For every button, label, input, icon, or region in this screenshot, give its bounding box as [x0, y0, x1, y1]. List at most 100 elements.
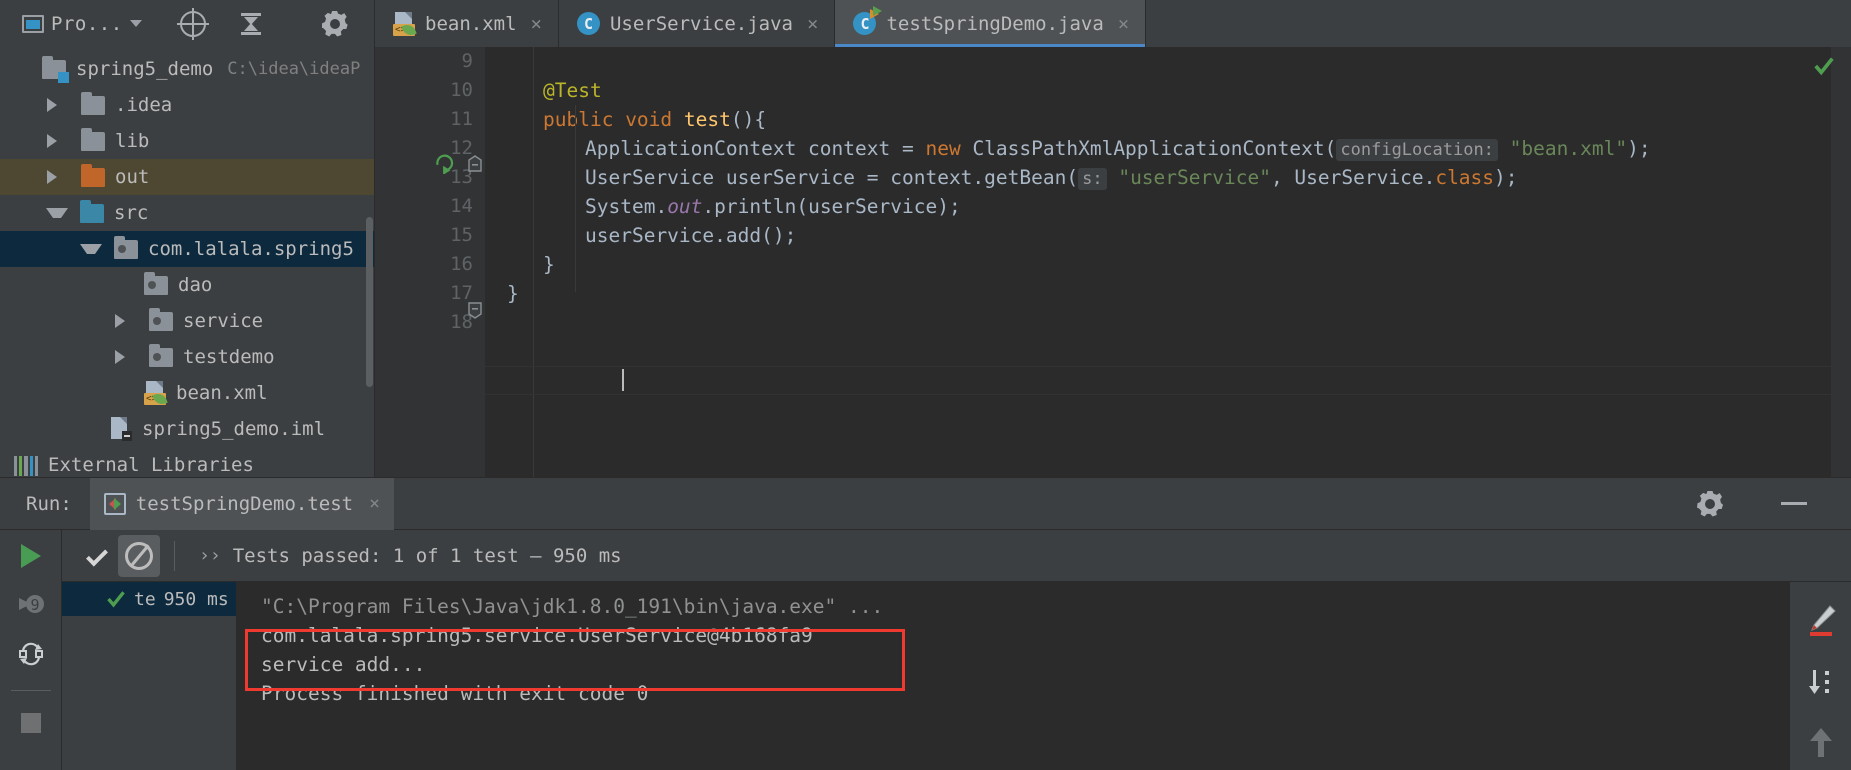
soft-wrap-icon[interactable] — [1806, 604, 1836, 636]
expand-results-icon[interactable]: ›› — [199, 545, 221, 566]
code-line: @Test — [485, 76, 1851, 105]
folder-icon — [81, 127, 105, 151]
tree-scrollbar[interactable] — [366, 217, 373, 387]
close-icon[interactable]: × — [531, 13, 542, 35]
code-editor[interactable]: 9 10 11 12 13 14 15 16 17 18 @Test publi… — [375, 47, 1851, 477]
run-config-icon — [103, 492, 126, 515]
xml-spring-file-icon: <> — [144, 381, 168, 407]
run-header-actions — [1683, 491, 1851, 517]
tree-row-external-libraries[interactable]: External Libraries — [0, 447, 374, 477]
code-area[interactable]: @Test public void test(){ ApplicationCon… — [485, 47, 1851, 477]
rerun-play-icon[interactable] — [20, 544, 41, 568]
show-passed-button[interactable] — [76, 535, 118, 577]
fold-open-icon[interactable] — [467, 155, 483, 173]
code-token: @Test — [543, 79, 602, 102]
line-number: 11 — [450, 108, 473, 130]
tree-row-dao[interactable]: dao — [0, 267, 374, 303]
tree-row-iml[interactable]: spring5_demo.iml — [0, 411, 374, 447]
tree-row-src[interactable]: src — [0, 195, 374, 231]
test-results-tree[interactable]: te 950 ms — [62, 582, 237, 770]
test-tree-row[interactable]: te 950 ms — [62, 582, 236, 616]
tree-row-service[interactable]: service — [0, 303, 374, 339]
scroll-to-end-icon[interactable] — [1807, 668, 1835, 696]
gear-icon[interactable] — [1697, 491, 1723, 517]
tree-label: bean.xml — [176, 382, 268, 404]
close-icon[interactable]: × — [807, 13, 818, 35]
hide-ignored-button[interactable] — [118, 534, 160, 577]
tree-label: .idea — [115, 94, 173, 116]
settings-button[interactable] — [308, 6, 362, 42]
ok-check-icon[interactable] — [1813, 55, 1835, 77]
tree-row-idea[interactable]: .idea — [0, 87, 374, 123]
tree-label: com.lalala.spring5 — [148, 238, 354, 260]
package-icon — [114, 235, 138, 259]
top-row: Pro... <> bean.xml × C UserService.java … — [0, 0, 1851, 47]
chevron-right-icon[interactable] — [47, 134, 69, 148]
chevron-down-icon[interactable] — [129, 20, 142, 27]
tree-label: External Libraries — [48, 454, 254, 476]
tree-row-bean-xml[interactable]: <> bean.xml — [0, 375, 374, 411]
tree-row-root[interactable]: spring5_demo C:\idea\ideaP — [0, 51, 374, 87]
stop-icon[interactable] — [20, 713, 41, 733]
package-icon — [149, 343, 173, 367]
code-token: public — [543, 108, 626, 131]
toolbar-divider — [174, 540, 175, 571]
up-icon[interactable] — [1809, 728, 1832, 757]
tree-row-lib[interactable]: lib — [0, 123, 374, 159]
run-test-icon[interactable] — [433, 152, 455, 174]
line-number: 14 — [450, 195, 473, 217]
run-tab-label: testSpringDemo.test — [135, 492, 354, 515]
console-output[interactable]: "C:\Program Files\Java\jdk1.8.0_191\bin\… — [237, 582, 1789, 770]
code-line: ApplicationContext context = new ClassPa… — [485, 134, 1851, 163]
rerun-failed-icon[interactable]: 9 — [17, 590, 45, 618]
close-icon[interactable]: × — [369, 493, 380, 514]
java-class-icon: C — [576, 12, 600, 35]
check-icon — [86, 544, 108, 567]
code-line-caret[interactable] — [485, 308, 1851, 395]
run-tool-window: Run: testSpringDemo.test × 9 ›› Tests pa… — [0, 477, 1851, 770]
code-token: class — [1435, 166, 1495, 189]
chevron-right-icon[interactable] — [47, 98, 69, 112]
tab-label: bean.xml — [425, 12, 517, 35]
collapse-all-button[interactable] — [222, 6, 280, 42]
chevron-right-icon[interactable] — [115, 350, 137, 364]
chevron-down-icon[interactable] — [80, 244, 102, 254]
locate-button[interactable] — [164, 6, 222, 42]
chevron-right-icon[interactable] — [47, 170, 69, 184]
test-name: te — [134, 588, 156, 610]
editor-markup-strip[interactable] — [1831, 47, 1851, 477]
tests-status-text: Tests passed: 1 of 1 test – 950 ms — [232, 544, 622, 567]
tab-label: UserService.java — [609, 12, 793, 35]
tab-userservice-java[interactable]: C UserService.java × — [559, 0, 836, 47]
tab-testspringdemo-java[interactable]: C testSpringDemo.java × — [835, 0, 1147, 47]
project-view-selector[interactable]: Pro... — [22, 13, 142, 35]
code-token: ClassPathXmlApplicationContext( — [972, 137, 1337, 160]
project-tree[interactable]: spring5_demo C:\idea\ideaP .idea lib out — [0, 47, 375, 477]
run-main: ›› Tests passed: 1 of 1 test – 950 ms te… — [62, 530, 1851, 770]
tab-bean-xml[interactable]: <> bean.xml × — [375, 0, 559, 47]
code-line: userService.add(); — [485, 221, 1851, 250]
editor-gutter[interactable]: 9 10 11 12 13 14 15 16 17 18 — [375, 47, 485, 477]
console-right-toolbar: » — [1789, 582, 1851, 770]
tree-label: service — [183, 310, 264, 332]
chevron-right-icon[interactable] — [115, 314, 137, 328]
tree-row-out[interactable]: out — [0, 159, 374, 195]
tests-toolbar: ›› Tests passed: 1 of 1 test – 950 ms — [62, 530, 1851, 582]
code-token: (){ — [730, 108, 767, 131]
line-number: 15 — [450, 224, 473, 246]
tree-row-package[interactable]: com.lalala.spring5 — [0, 231, 374, 267]
tree-row-testdemo[interactable]: testdemo — [0, 339, 374, 375]
output-highlight-box — [245, 629, 905, 691]
folder-icon — [81, 91, 105, 115]
window-icon — [22, 14, 44, 33]
code-token: System. — [585, 195, 668, 218]
toggle-auto-test-icon[interactable] — [17, 640, 45, 668]
chevron-down-icon[interactable] — [46, 208, 68, 218]
fold-end-icon[interactable] — [467, 301, 483, 319]
run-tab[interactable]: testSpringDemo.test × — [89, 477, 394, 530]
minimize-icon[interactable] — [1781, 502, 1807, 505]
close-icon[interactable]: × — [1118, 13, 1129, 35]
tree-label: lib — [115, 130, 150, 152]
